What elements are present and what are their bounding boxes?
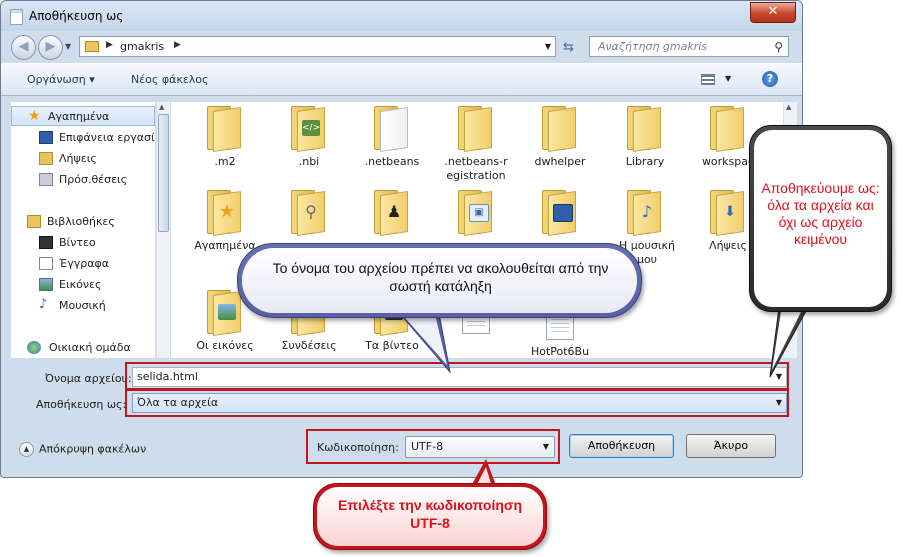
savetype-callout: Αποθηκεύουμε ως: όλα τα αρχεία και όχι ω… — [749, 125, 892, 312]
encoding-callout: Επιλέξτε την κωδικοποίηση UTF-8 — [313, 483, 547, 550]
savetype-callout-text: Αποθηκεύουμε ως: όλα τα αρχεία και όχι ω… — [761, 180, 880, 247]
extension-callout-text: Το όνομα του αρχείου πρέπει να ακολουθεί… — [272, 260, 609, 294]
extension-callout: Το όνομα του αρχείου πρέπει να ακολουθεί… — [237, 243, 642, 318]
encoding-callout-text: Επιλέξτε την κωδικοποίηση UTF-8 — [337, 497, 523, 531]
